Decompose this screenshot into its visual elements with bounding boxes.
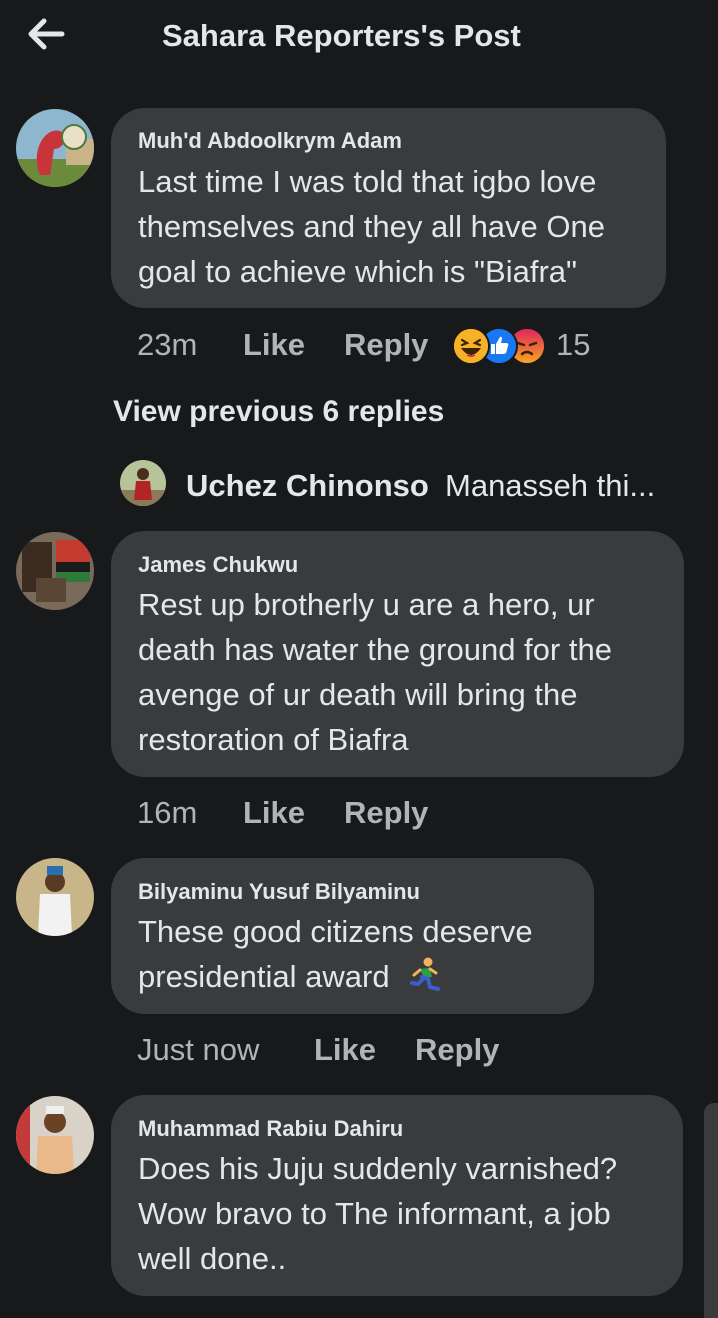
comment-line: Last time I was told that igbo love [138, 164, 597, 199]
running-man-emoji [410, 957, 441, 991]
comment-bubble[interactable]: Muhammad Rabiu Dahiru Does his Juju sudd… [111, 1095, 683, 1296]
reply-button[interactable]: Reply [415, 1032, 499, 1068]
reply-snippet: Manasseh thi... [445, 468, 656, 503]
comment-author[interactable]: Muhammad Rabiu Dahiru [138, 1116, 403, 1142]
view-previous-replies[interactable]: View previous 6 replies [113, 395, 444, 429]
avatar[interactable] [16, 1096, 94, 1174]
scroll-indicator [704, 1103, 718, 1318]
like-button[interactable]: Like [314, 1032, 376, 1068]
header: Sahara Reporters's Post [0, 0, 718, 78]
avatar[interactable] [16, 858, 94, 936]
haha-icon [452, 327, 490, 365]
comment-line: These good citizens deserve [138, 914, 533, 949]
comment-bubble[interactable]: Bilyaminu Yusuf Bilyaminu These good cit… [111, 858, 594, 1014]
comment-line: themselves and they all have One [138, 209, 605, 244]
comment-line: restoration of Biafra [138, 722, 409, 757]
comment-author[interactable]: Bilyaminu Yusuf Bilyaminu [138, 879, 420, 905]
comment-bubble[interactable]: Muh'd Abdoolkrym Adam Last time I was to… [111, 108, 666, 308]
comment-line: Rest up brotherly u are a hero, ur [138, 587, 595, 622]
reply-button[interactable]: Reply [344, 327, 428, 363]
like-button[interactable]: Like [243, 327, 305, 363]
reactions[interactable] [452, 327, 546, 365]
avatar[interactable] [16, 532, 94, 610]
screen: Sahara Reporters's Post Muh'd Abdoolkrym… [0, 0, 718, 1318]
reply-author[interactable]: Uchez Chinonso [186, 468, 429, 504]
like-button[interactable]: Like [243, 795, 305, 831]
avatar [120, 460, 166, 506]
reaction-count[interactable]: 15 [556, 327, 590, 363]
arrow-left-icon[interactable] [26, 14, 66, 54]
comment-line: death has water the ground for the [138, 632, 612, 667]
comment-line: presidential award [138, 959, 390, 994]
comment-author[interactable]: James Chukwu [138, 552, 298, 578]
comment-text: These good citizens deserve presidential… [138, 909, 533, 999]
page-title: Sahara Reporters's Post [162, 18, 521, 53]
avatar[interactable] [16, 109, 94, 187]
comment-author[interactable]: Muh'd Abdoolkrym Adam [138, 128, 402, 154]
comment-line-with-emoji: presidential award [138, 954, 533, 999]
comment-time: 23m [137, 327, 198, 362]
comment-text: Rest up brotherly u are a hero, ur death… [138, 582, 612, 762]
comment-time: Just now [137, 1032, 260, 1067]
comment-line: goal to achieve which is "Biafra" [138, 254, 578, 289]
comment-line: well done.. [138, 1241, 287, 1276]
comment-line: Wow bravo to The informant, a job [138, 1196, 611, 1231]
reply-button[interactable]: Reply [344, 795, 428, 831]
comment-text: Does his Juju suddenly varnished? Wow br… [138, 1146, 617, 1281]
comment-text: Last time I was told that igbo love them… [138, 159, 605, 294]
comment-bubble[interactable]: James Chukwu Rest up brotherly u are a h… [111, 531, 684, 777]
comment-line: avenge of ur death will bring the [138, 677, 578, 712]
comment-line: Does his Juju suddenly varnished? [138, 1151, 618, 1186]
comment-time: 16m [137, 795, 198, 830]
